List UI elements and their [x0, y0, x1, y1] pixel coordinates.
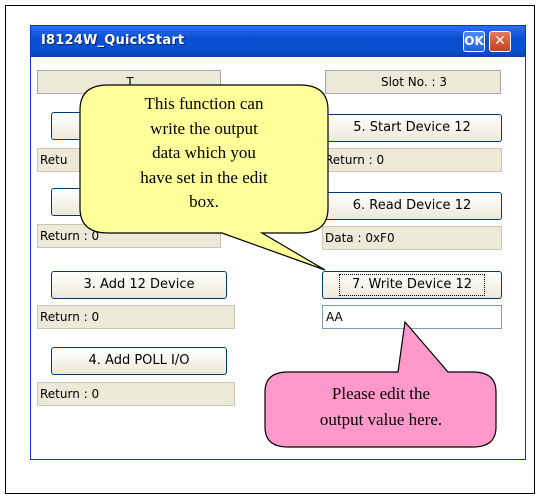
- yellow-line-4: have set in the edit: [140, 167, 268, 187]
- pink-callout-text: Please edit the output value here.: [268, 381, 494, 433]
- yellow-callout-text: This function can write the output data …: [82, 92, 326, 215]
- yellow-line-3: data which you: [152, 143, 256, 162]
- yellow-line-2: write the output: [150, 118, 258, 138]
- pink-line-2: output value here.: [319, 410, 443, 429]
- pink-line-1: Please edit the: [331, 384, 431, 403]
- yellow-line-1: This function can: [144, 94, 264, 113]
- yellow-line-5: box.: [189, 192, 219, 211]
